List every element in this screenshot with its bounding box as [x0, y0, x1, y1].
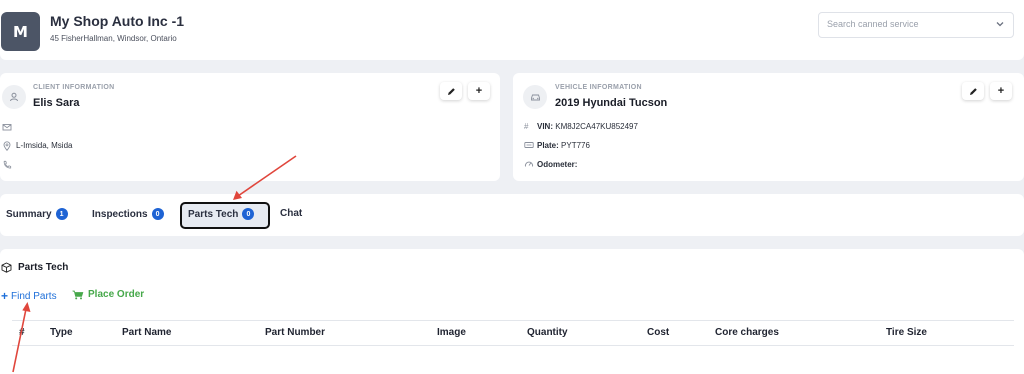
vehicle-information-card: VEHICLE INFORMATION 2019 Hyundai Tucson …: [513, 73, 1024, 181]
tab-label: Chat: [280, 208, 303, 219]
search-input[interactable]: [827, 19, 987, 29]
column-header-part-name: Part Name: [122, 327, 172, 338]
client-address: L-Imsida, Msida: [16, 141, 73, 150]
shop-name: My Shop Auto Inc -1: [50, 13, 185, 29]
pencil-icon: [969, 87, 977, 95]
box-icon: [1, 262, 12, 273]
parts-tech-panel: [0, 249, 1024, 374]
column-header-tire-size: Tire Size: [886, 327, 927, 338]
vehicle-info-kicker: VEHICLE INFORMATION: [555, 84, 642, 91]
column-header-cost: Cost: [647, 327, 670, 338]
column-header-quantity: Quantity: [527, 327, 568, 338]
plus-icon: +: [1, 289, 9, 303]
shop-avatar: M: [1, 12, 40, 51]
odometer-label: Odometer:: [537, 160, 578, 169]
tab-parts-tech[interactable]: Parts Tech 0: [188, 208, 255, 220]
vehicle-name: 2019 Hyundai Tucson: [555, 97, 668, 109]
vin-row: VIN: KM8J2CA47KU852497: [537, 122, 638, 131]
client-name: Elis Sara: [33, 97, 80, 109]
tab-chat[interactable]: Chat: [280, 208, 302, 219]
tab-label: Parts Tech: [188, 208, 239, 220]
table-header-rule: [12, 345, 1014, 346]
client-info-kicker: CLIENT INFORMATION: [33, 84, 115, 91]
plus-icon: +: [997, 85, 1005, 97]
tab-count-badge: 1: [55, 208, 68, 220]
plate-row: Plate: PYT776: [537, 141, 590, 150]
shop-header: M My Shop Auto Inc -1 45 FisherHallman, …: [0, 0, 1024, 60]
plate-label: Plate:: [537, 141, 559, 150]
car-icon: [523, 85, 547, 109]
find-parts-link[interactable]: + Find Parts: [1, 289, 57, 303]
vin-value: KM8J2CA47KU852497: [555, 122, 638, 131]
mail-icon: [2, 124, 12, 131]
find-parts-label: Find Parts: [11, 290, 57, 302]
tab-label: Inspections: [92, 208, 148, 220]
phone-icon: [3, 160, 12, 169]
tab-inspections[interactable]: Inspections 0: [92, 208, 164, 220]
odometer-row: Odometer:: [537, 160, 577, 169]
vin-label: VIN:: [537, 122, 553, 131]
canned-service-search[interactable]: [818, 12, 1014, 38]
shop-address: 45 FisherHallman, Windsor, Ontario: [50, 34, 177, 43]
tab-summary[interactable]: Summary 1: [6, 208, 68, 220]
column-header-part-number: Part Number: [265, 327, 326, 338]
edit-vehicle-button[interactable]: [962, 82, 984, 100]
column-header-core-charges: Core charges: [715, 327, 779, 338]
plate-icon: [524, 142, 534, 148]
tab-count-badge: 0: [242, 208, 255, 220]
edit-client-button[interactable]: [440, 82, 462, 100]
tab-label: Summary: [6, 208, 52, 220]
add-vehicle-button[interactable]: +: [990, 82, 1012, 100]
column-header-type: Type: [50, 327, 73, 338]
column-header-index: #: [19, 327, 25, 338]
parts-tech-title: Parts Tech: [18, 262, 69, 273]
plus-icon: +: [475, 85, 483, 97]
pencil-icon: [447, 87, 455, 95]
chevron-down-icon[interactable]: [995, 19, 1005, 29]
cart-icon: [72, 290, 84, 299]
client-information-card: CLIENT INFORMATION Elis Sara + L-Imsida,…: [0, 73, 500, 181]
place-order-link[interactable]: Place Order: [72, 289, 144, 300]
user-icon: [2, 85, 26, 109]
place-order-label: Place Order: [88, 289, 145, 300]
odometer-icon: [524, 161, 534, 167]
table-top-rule: [12, 320, 1014, 321]
hash-icon: #: [524, 122, 529, 131]
add-client-button[interactable]: +: [468, 82, 490, 100]
location-pin-icon: [3, 141, 11, 151]
plate-value: PYT776: [561, 141, 590, 150]
column-header-image: Image: [437, 327, 466, 338]
tab-count-badge: 0: [151, 208, 164, 220]
